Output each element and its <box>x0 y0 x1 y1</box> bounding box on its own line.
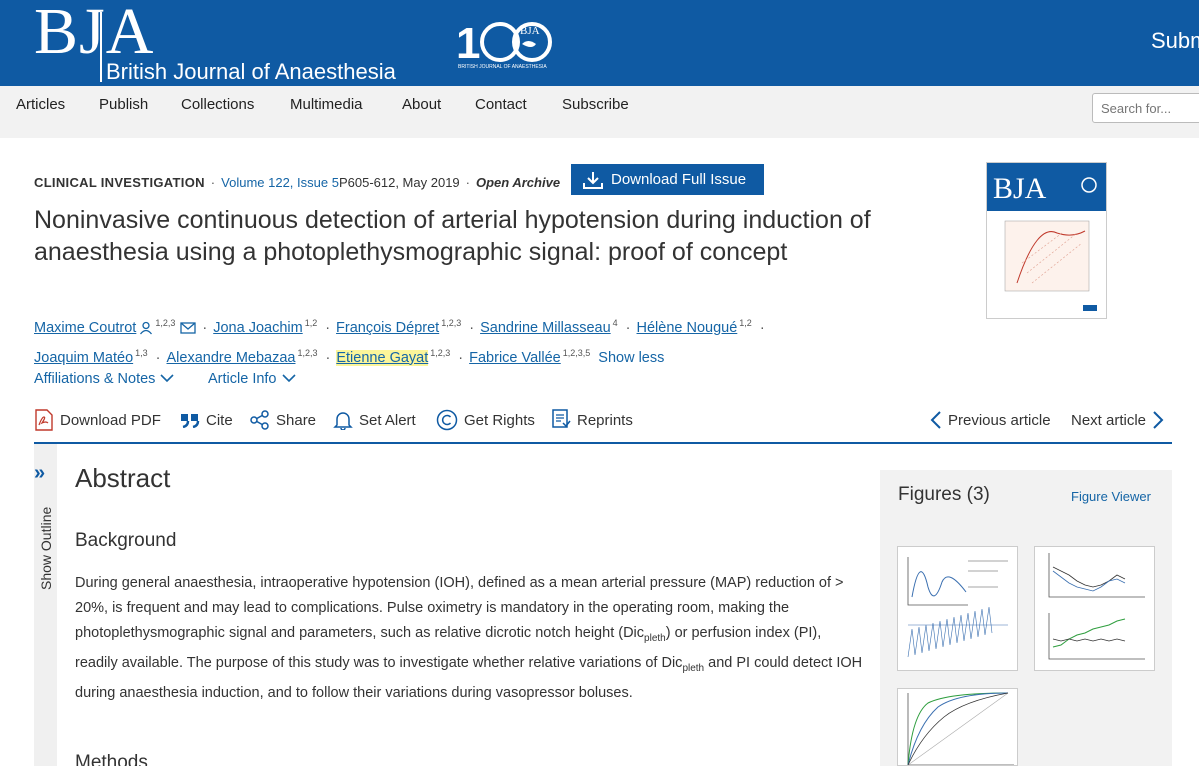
author-link[interactable]: Fabrice Vallée <box>469 350 561 366</box>
download-icon <box>583 171 603 189</box>
volume-link[interactable]: Volume 122, Issue 5 <box>221 175 339 190</box>
cover-image: BJA <box>987 163 1106 311</box>
share-button[interactable]: Share <box>250 408 316 432</box>
nav-subscribe[interactable]: Subscribe <box>562 96 629 113</box>
previous-article-label: Previous article <box>948 411 1051 429</box>
pages-date: P605-612, May 2019 <box>338 175 460 190</box>
share-icon <box>250 410 269 430</box>
download-pdf-label: Download PDF <box>60 411 161 429</box>
nav-about[interactable]: About <box>402 96 441 113</box>
author-link[interactable]: Jona Joachim <box>213 320 302 336</box>
author-link[interactable]: Joaquim Matéo <box>34 350 133 366</box>
affiliation-sup: 1,3 <box>135 347 148 358</box>
get-rights-label: Get Rights <box>464 411 535 429</box>
email-icon[interactable] <box>180 322 197 334</box>
outline-rail <box>34 444 57 766</box>
author-link[interactable]: Maxime Coutrot <box>34 320 136 336</box>
previous-article-link[interactable]: Previous article <box>930 408 1051 432</box>
affiliation-sup: 1,2 <box>739 318 752 328</box>
next-article-label: Next article <box>1071 411 1147 429</box>
article-type: CLINICAL INVESTIGATION <box>34 175 205 190</box>
get-rights-button[interactable]: Get Rights <box>436 408 535 432</box>
chevron-left-icon <box>930 411 941 429</box>
quote-icon <box>181 414 200 428</box>
svg-text:BRITISH JOURNAL OF ANAESTHESIA: BRITISH JOURNAL OF ANAESTHESIA <box>458 64 547 70</box>
download-full-issue-label: Download Full Issue <box>611 171 747 188</box>
pdf-icon <box>35 409 53 431</box>
nav-contact[interactable]: Contact <box>475 96 527 113</box>
reprints-icon <box>552 409 571 428</box>
affiliation-sup: 4 <box>612 318 618 328</box>
figure-thumbnail-2[interactable] <box>1034 546 1155 671</box>
article-title: Noninvasive continuous detection of arte… <box>34 206 871 266</box>
cite-label: Cite <box>206 411 233 429</box>
submit-link[interactable]: Submit <box>1151 28 1199 54</box>
figure-thumbnail-3[interactable] <box>897 688 1018 766</box>
article-info-label: Article Info <box>208 371 277 387</box>
author-link[interactable]: Sandrine Millasseau <box>480 320 611 336</box>
abstract-heading: Abstract <box>75 463 171 493</box>
copyright-icon <box>436 409 458 431</box>
author-list: Maxime Coutrot 1,2,3 · Jona Joachim 1,2 · Fran… <box>34 318 765 366</box>
person-icon[interactable] <box>139 321 153 335</box>
affiliation-sup: 1,2 <box>304 318 318 328</box>
affiliation-sup: 1,2,3 <box>297 347 318 358</box>
affiliation-sup: 1,2,3 <box>155 318 176 328</box>
methods-heading: Methods <box>75 752 148 766</box>
reprints-label: Reprints <box>577 411 633 429</box>
toolbar-divider <box>34 442 1172 444</box>
affiliations-label: Affiliations & Notes <box>34 371 156 387</box>
nav-publish[interactable]: Publish <box>99 96 148 113</box>
affiliation-sup: 1,2,3,5 <box>562 347 591 358</box>
affiliations-toggle[interactable]: Affiliations & Notes <box>34 371 175 387</box>
set-alert-button[interactable]: Set Alert <box>333 408 416 432</box>
journal-cover[interactable]: BJA <box>986 162 1107 319</box>
centenary-logo: 1 BJA BRITISH JOURNAL OF ANAESTHESIA <box>456 19 552 70</box>
figure-2-image <box>1048 553 1145 660</box>
download-full-issue-button[interactable]: Download Full Issue <box>571 164 764 195</box>
bell-icon <box>333 412 353 430</box>
share-label: Share <box>276 411 317 429</box>
chevron-down-icon <box>160 374 175 383</box>
chevron-right-icon <box>1153 411 1164 429</box>
article-meta: CLINICAL INVESTIGATION · Volume 122, Issue… <box>34 175 561 190</box>
chevron-down-icon <box>281 374 296 383</box>
show-less-link[interactable]: Show less <box>598 350 664 366</box>
access-badge: Open Archive <box>476 175 561 190</box>
affiliation-sup: 1,2,3 <box>430 347 451 358</box>
reprints-button[interactable]: Reprints <box>551 408 633 432</box>
site-header: BJA British Journal of Anaesthesia 1 BJA… <box>0 0 1199 86</box>
set-alert-label: Set Alert <box>359 411 416 429</box>
svg-text:1: 1 <box>456 19 480 68</box>
author-link[interactable]: Hélène Nougué <box>637 320 738 336</box>
show-outline-toggle[interactable]: Show Outline <box>38 507 54 590</box>
background-paragraph: During general anaesthesia, intraoperati… <box>75 571 865 706</box>
author-link-highlighted[interactable]: Etienne Gayat <box>336 349 429 366</box>
affiliation-sup: 1,2,3 <box>441 318 462 328</box>
nav-multimedia[interactable]: Multimedia <box>290 96 363 113</box>
author-link[interactable]: Alexandre Mebazaa <box>167 350 296 366</box>
next-article-link[interactable]: Next article <box>1071 408 1164 432</box>
figure-1-image <box>907 557 1008 658</box>
figure-viewer-link[interactable]: Figure Viewer <box>1071 489 1151 504</box>
svg-text:BJA: BJA <box>520 25 540 37</box>
para-subscript: pleth <box>682 662 705 674</box>
author-link[interactable]: François Dépret <box>336 320 439 336</box>
figure-thumbnail-1[interactable] <box>897 546 1018 671</box>
nav-collections[interactable]: Collections <box>181 96 254 113</box>
figures-title: Figures (3) <box>898 484 990 505</box>
cover-logo: BJA <box>993 172 1047 205</box>
cite-button[interactable]: Cite <box>180 408 233 432</box>
article-info-toggle[interactable]: Article Info <box>208 371 297 387</box>
figure-3-image <box>907 692 1014 766</box>
nav-articles[interactable]: Articles <box>16 96 65 113</box>
logo-divider <box>100 12 102 82</box>
download-pdf-button[interactable]: Download PDF <box>34 408 161 432</box>
expand-outline-icon[interactable]: » <box>34 462 45 485</box>
para-subscript: pleth <box>644 632 666 644</box>
search-input[interactable] <box>1092 93 1199 123</box>
background-heading: Background <box>75 530 177 551</box>
journal-name[interactable]: British Journal of Anaesthesia <box>106 59 396 85</box>
